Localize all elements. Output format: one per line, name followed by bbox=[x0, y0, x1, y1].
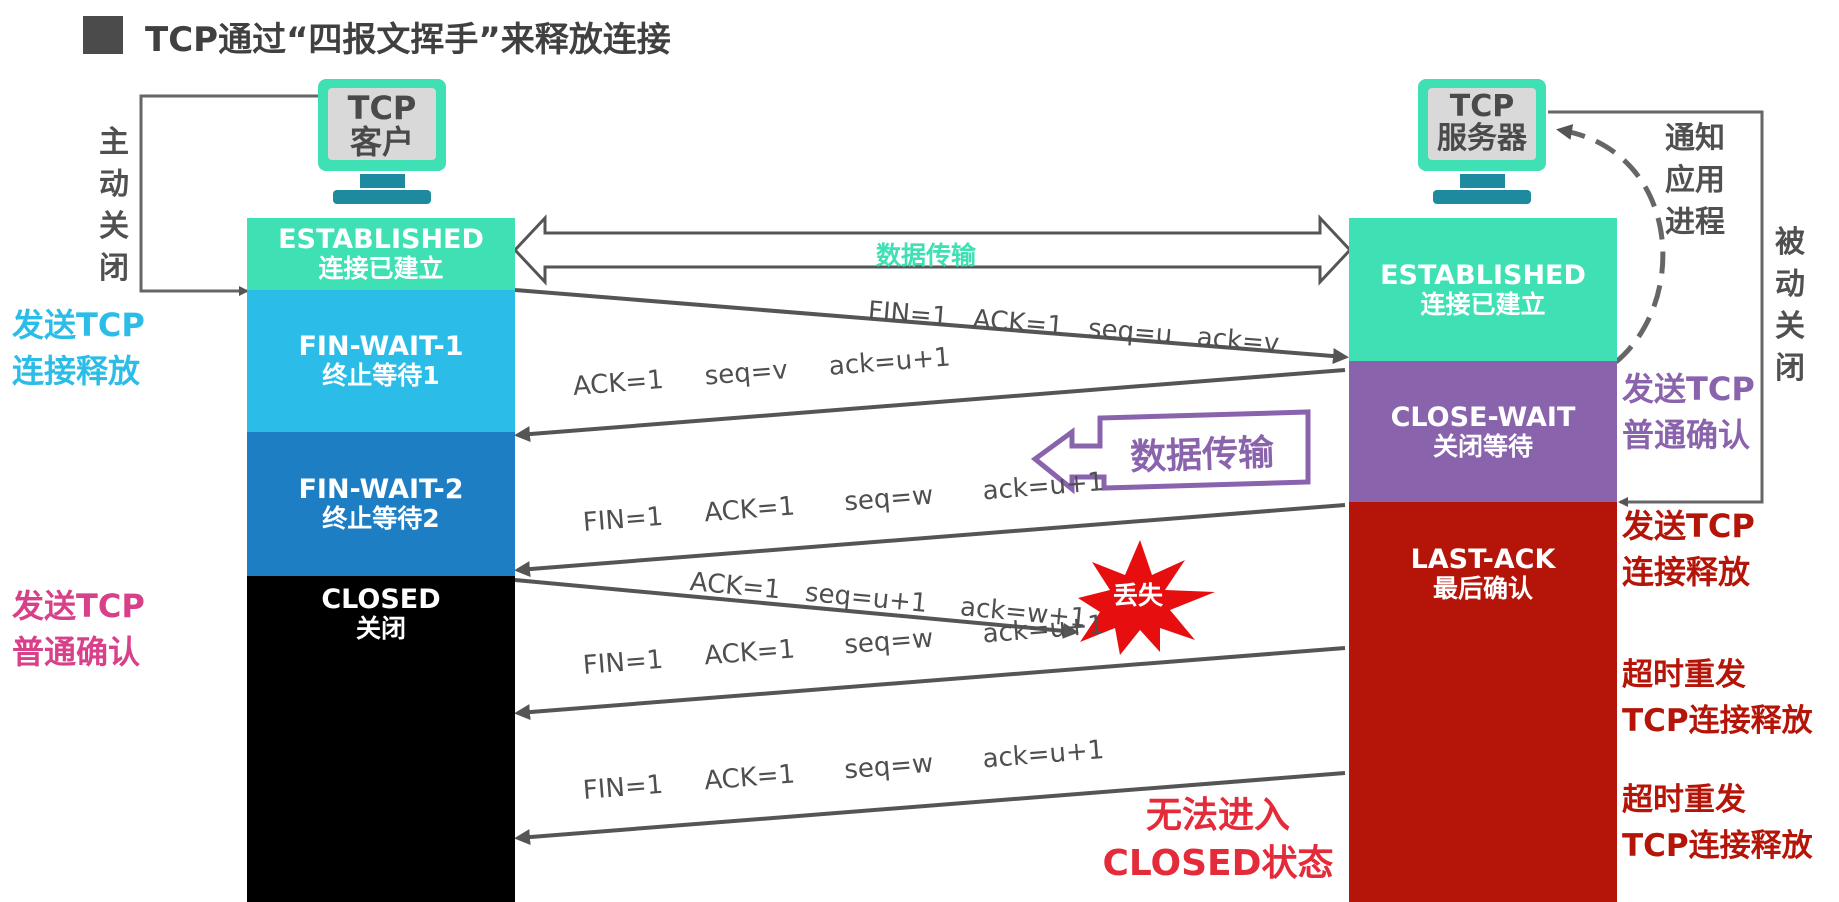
server-monitor-line1: TCP bbox=[1449, 89, 1515, 124]
cannot-close-note: 无法进入 CLOSED状态 bbox=[1102, 795, 1334, 884]
client-side-label-ack: 发送TCP 普通确认 bbox=[12, 587, 145, 671]
data-transfer-big-label: 数据传输 bbox=[1129, 432, 1275, 479]
server-side-label-retransmit-1: 超时重发 TCP连接释放 bbox=[1622, 657, 1813, 739]
server-state-last-ack: LAST-ACK 最后确认 bbox=[1349, 502, 1617, 902]
server-side-label-ack: 发送TCP 普通确认 bbox=[1622, 370, 1755, 454]
client-monitor-line1: TCP bbox=[347, 89, 417, 127]
server-side-label-release: 发送TCP 连接释放 bbox=[1622, 507, 1755, 591]
lost-label: 丢失 bbox=[1113, 581, 1164, 610]
notify-app-label: 通知 应用 进程 bbox=[1665, 121, 1725, 240]
client-state-fin-wait-2: FIN-WAIT-2 终止等待2 bbox=[247, 432, 515, 576]
server-state-close-wait: CLOSE-WAIT 关闭等待 bbox=[1349, 361, 1617, 502]
client-state-established: ESTABLISHED 连接已建立 bbox=[247, 218, 515, 290]
server-monitor-line2: 服务器 bbox=[1437, 121, 1527, 156]
server-side-label-retransmit-2: 超时重发 TCP连接释放 bbox=[1622, 782, 1813, 864]
client-state-fin-wait-1: FIN-WAIT-1 终止等待1 bbox=[247, 290, 515, 432]
client-state-closed: CLOSED 关闭 bbox=[247, 576, 515, 902]
server-state-established: ESTABLISHED 连接已建立 bbox=[1349, 218, 1617, 361]
client-side-label-release: 发送TCP 连接释放 bbox=[12, 306, 145, 390]
passive-close-label: 被 动 关 闭 bbox=[1775, 225, 1805, 386]
data-transfer-label: 数据传输 bbox=[876, 241, 977, 270]
client-monitor-line2: 客户 bbox=[349, 123, 414, 161]
active-close-label: 主 动 关 闭 bbox=[99, 125, 129, 286]
